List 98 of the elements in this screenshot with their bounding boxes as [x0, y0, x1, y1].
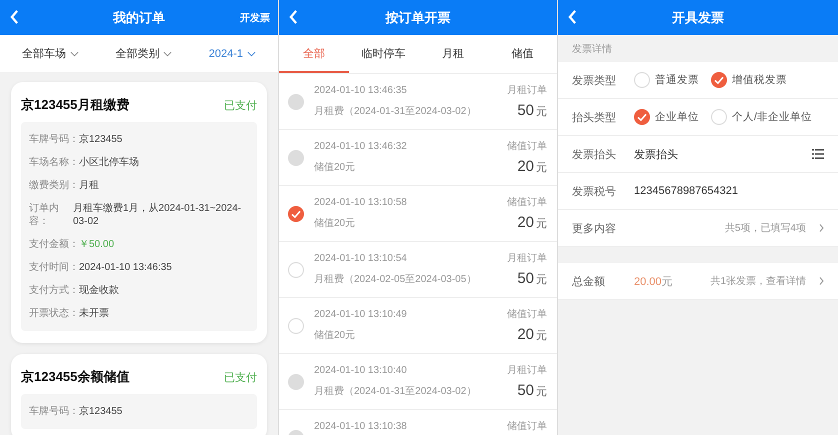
radio-button[interactable]	[711, 109, 727, 125]
order-time: 2024-01-10 13:46:32	[314, 141, 408, 153]
order-type: 储值订单	[507, 141, 547, 153]
radio-button[interactable]	[634, 72, 650, 88]
field-value: 现金收款	[79, 284, 120, 297]
page-title: 按订单开票	[384, 8, 452, 26]
order-description: 月租费（2024-02-05至2024-03-05）	[314, 274, 478, 286]
order-time: 2024-01-10 13:46:35	[314, 85, 408, 97]
radio-label[interactable]: 个人/非企业单位	[732, 110, 812, 124]
filter-dropdown[interactable]: 全部车场	[22, 46, 79, 61]
order-amount: 20	[517, 326, 534, 343]
field-label: 车场名称：	[29, 156, 79, 169]
radio-button[interactable]	[288, 318, 304, 334]
currency-unit: 元	[536, 385, 547, 399]
field-value: 未开票	[79, 307, 110, 320]
order-amount: 20	[517, 214, 534, 231]
field-value: 京123455	[79, 405, 124, 418]
order-time: 2024-01-10 13:10:58	[314, 197, 408, 209]
order-description: 储值20元	[314, 330, 356, 342]
field-label: 订单内容：	[29, 202, 60, 228]
page-title: 开具发票	[671, 8, 725, 26]
order-amount: 20	[517, 158, 534, 175]
back-icon[interactable]	[289, 10, 298, 24]
order-type: 月租订单	[507, 253, 547, 265]
field-label: 发票类型	[572, 74, 617, 88]
tax-number-field[interactable]: 12345678987654321	[634, 185, 824, 197]
field-label: 支付方式：	[29, 284, 79, 297]
filter-dropdown[interactable]: 全部类别	[115, 46, 172, 61]
field-value: 京123455	[79, 133, 124, 146]
chevron-down-icon	[163, 50, 172, 56]
order-title: 京123455月租缴费	[21, 96, 130, 114]
field-label: 车牌号码：	[29, 405, 79, 418]
issue-invoice-link[interactable]: 开发票	[240, 11, 270, 25]
order-time: 2024-01-10 13:10:40	[314, 365, 408, 377]
field-label: 车牌号码：	[29, 133, 79, 146]
field-label: 支付金额：	[29, 238, 79, 251]
field-value: 月租车缴费1月，从2024-01-31~2024-03-02	[73, 202, 242, 228]
invoice-title-field[interactable]: 发票抬头	[634, 146, 802, 162]
field-label: 支付时间：	[29, 261, 79, 274]
field-value: 2024-01-10 13:46:35	[79, 261, 173, 274]
chevron-right-icon	[819, 224, 824, 232]
field-value: 小区北停车场	[79, 156, 140, 169]
currency-unit: 元	[536, 161, 547, 175]
radio-button[interactable]	[634, 109, 650, 125]
currency-unit: 元	[536, 273, 547, 287]
order-description: 储值20元	[314, 218, 356, 230]
tab[interactable]: 月租	[418, 35, 488, 73]
field-label: 开票状态：	[29, 307, 79, 320]
order-amount: 50	[517, 102, 534, 119]
field-label: 发票抬头	[572, 148, 617, 162]
tab[interactable]: 临时停车	[348, 35, 418, 73]
radio-button[interactable]	[288, 262, 304, 278]
total-label: 总金额	[572, 274, 606, 288]
order-time: 2024-01-10 13:10:54	[314, 253, 408, 265]
radio-label[interactable]: 增值税发票	[732, 73, 787, 87]
order-time: 2024-01-10 13:10:38	[314, 421, 408, 433]
filter-dropdown[interactable]: 2024-1	[208, 48, 256, 60]
currency-unit: 元	[536, 105, 547, 119]
tab[interactable]: 储值	[488, 35, 557, 73]
order-amount: 50	[517, 270, 534, 287]
radio-button[interactable]	[288, 206, 304, 222]
order-status: 已支付	[224, 98, 257, 112]
radio-label[interactable]: 企业单位	[655, 110, 699, 124]
order-type: 储值订单	[507, 197, 547, 209]
order-time: 2024-01-10 13:10:49	[314, 309, 408, 321]
radio-button[interactable]	[711, 72, 727, 88]
order-row[interactable]: 2024-01-10 13:10:49 储值20元 储值订单 20 元	[279, 298, 557, 354]
order-title: 京123455余额储值	[21, 368, 130, 386]
order-description: 储值20元	[314, 162, 356, 174]
order-description: 月租费（2024-01-31至2024-03-02）	[314, 386, 478, 398]
section-title: 发票详情	[572, 42, 612, 56]
order-type: 月租订单	[507, 85, 547, 97]
order-status: 已支付	[224, 370, 257, 384]
order-amount: 50	[517, 382, 534, 399]
order-row[interactable]: 2024-01-10 13:10:58 储值20元 储值订单 20 元	[279, 186, 557, 242]
order-row[interactable]: 2024-01-10 13:10:54 月租费（2024-02-05至2024-03-05） 月租订单 50 元	[279, 242, 557, 298]
total-amount: 20.00	[634, 276, 662, 288]
back-icon[interactable]	[10, 10, 19, 24]
order-type: 储值订单	[507, 309, 547, 321]
chevron-down-icon	[246, 50, 256, 56]
field-label: 缴费类别：	[29, 179, 79, 192]
currency-unit: 元	[662, 274, 673, 288]
field-value: 月租	[79, 179, 100, 192]
chevron-down-icon	[70, 50, 79, 56]
page-title: 我的订单	[112, 8, 166, 26]
currency-unit: 元	[536, 329, 547, 343]
order-description: 月租费（2024-01-31至2024-03-02）	[314, 106, 478, 118]
field-value: ￥50.00	[79, 238, 116, 251]
currency-unit: 元	[536, 217, 547, 231]
field-label: 抬头类型	[572, 110, 617, 124]
field-label: 发票税号	[572, 184, 617, 198]
chevron-right-icon	[819, 277, 824, 285]
radio-label[interactable]: 普通发票	[655, 73, 699, 87]
order-type: 储值订单	[507, 421, 547, 433]
back-icon[interactable]	[568, 10, 577, 24]
field-label: 更多内容	[572, 222, 617, 236]
list-icon[interactable]	[812, 149, 824, 159]
order-type: 月租订单	[507, 365, 547, 377]
